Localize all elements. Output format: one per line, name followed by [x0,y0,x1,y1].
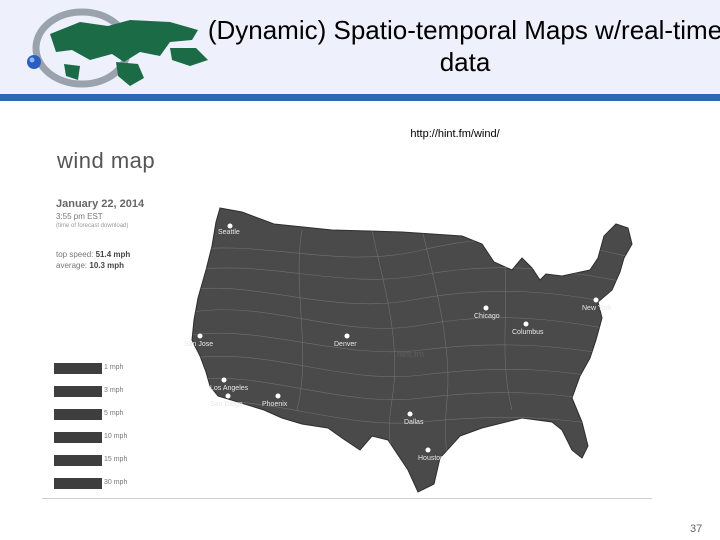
us-wind-map: hint.fm Seattle San Jose Los Angeles San… [184,207,633,493]
city-marker [227,223,233,229]
city-marker [523,321,529,327]
hint-fm-watermark: hint.fm [397,349,424,359]
city-marker [483,305,489,311]
city-marker [425,447,431,453]
city-label-chicago: Chicago [474,313,500,320]
city-label-phoenix: Phoenix [262,401,288,408]
page-number: 37 [690,523,703,535]
city-label-san-diego: San Diego [210,401,243,408]
city-marker [197,333,203,339]
wind-map-screenshot: wind map January 22, 2014 3:55 pm EST (t… [42,140,652,499]
city-label-seattle: Seattle [218,229,240,236]
city-label-dallas: Dallas [404,419,424,426]
globe-logo-icon [27,8,208,88]
city-label-los-angeles: Los Angeles [210,385,249,392]
city-marker [225,393,231,399]
slide-title: (Dynamic) Spatio-temporal Maps w/real-ti… [207,15,720,77]
header-divider [0,94,720,101]
city-marker [275,393,281,399]
city-label-columbus: Columbus [512,329,544,336]
city-label-houston: Houston [418,455,444,462]
city-label-new-york: New York [582,305,612,312]
city-label-denver: Denver [334,341,357,348]
slide-header: (Dynamic) Spatio-temporal Maps w/real-ti… [0,0,720,96]
city-marker [221,377,227,383]
city-marker [344,333,350,339]
city-label-san-jose: San Jose [184,341,213,348]
city-marker [593,297,599,303]
city-marker [407,411,413,417]
source-url: http://hint.fm/wind/ [410,128,500,140]
